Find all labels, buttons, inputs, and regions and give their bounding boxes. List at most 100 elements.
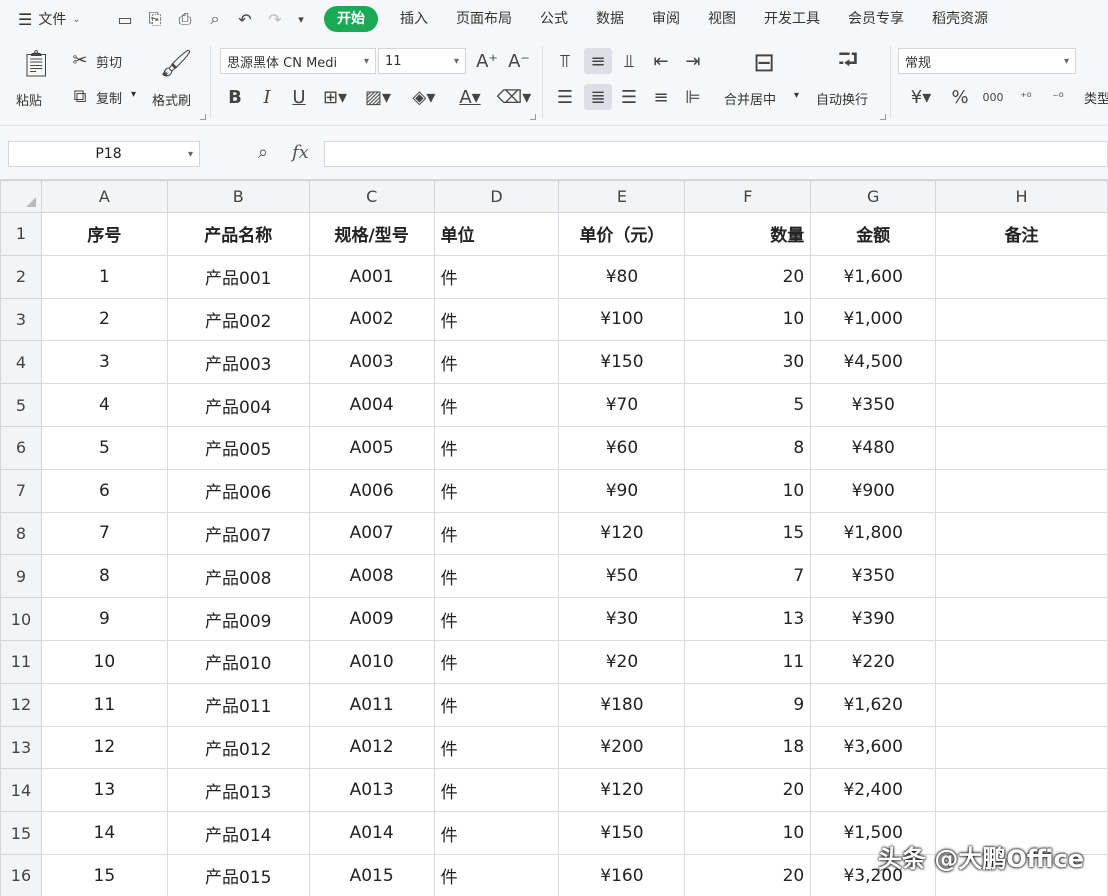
table-cell[interactable]: A006: [308, 468, 435, 513]
row-header[interactable]: 3: [0, 297, 42, 342]
row-header[interactable]: 11: [0, 639, 42, 684]
formula-input[interactable]: [324, 141, 1108, 167]
alignment-group-launcher[interactable]: [880, 114, 886, 120]
table-cell[interactable]: 产品003: [166, 340, 310, 385]
table-cell[interactable]: 产品004: [166, 383, 310, 427]
table-cell[interactable]: 件: [433, 425, 560, 470]
table-cell[interactable]: ¥120: [558, 511, 686, 556]
table-cell[interactable]: [935, 340, 1108, 385]
row-header[interactable]: 7: [0, 468, 42, 513]
table-cell[interactable]: [935, 511, 1108, 556]
column-header[interactable]: F: [684, 180, 812, 213]
redo-icon[interactable]: ↷: [264, 8, 286, 30]
format-painter-icon[interactable]: 🖌︎: [158, 46, 194, 82]
paste-icon[interactable]: 📋︎: [18, 46, 54, 82]
file-menu[interactable]: ☰ 文件 ⌄: [0, 9, 108, 29]
currency-format-button[interactable]: ¥ ▾: [902, 84, 940, 110]
table-cell[interactable]: [935, 468, 1108, 513]
header-cell[interactable]: 数量: [684, 212, 812, 256]
align-right-icon[interactable]: ☰: [616, 84, 642, 110]
copy-button[interactable]: 复制: [96, 88, 122, 107]
row-header[interactable]: 4: [0, 340, 42, 385]
table-cell[interactable]: 产品013: [166, 768, 310, 813]
table-cell[interactable]: ¥150: [558, 340, 686, 385]
header-cell[interactable]: 规格/型号: [308, 212, 435, 256]
justify-icon[interactable]: ≡: [648, 84, 674, 110]
cell-type-button[interactable]: 类型: [1084, 88, 1108, 107]
cut-button[interactable]: 剪切: [96, 52, 122, 71]
table-cell[interactable]: ¥100: [558, 297, 686, 342]
zoom-lens-icon[interactable]: ⌕: [258, 142, 268, 163]
table-cell[interactable]: [935, 725, 1108, 770]
column-header[interactable]: C: [308, 180, 435, 213]
decrease-decimal-icon[interactable]: ⁻⁰: [1044, 84, 1072, 110]
row-header[interactable]: 14: [0, 768, 42, 813]
table-cell[interactable]: ¥160: [558, 853, 686, 896]
table-cell[interactable]: [935, 383, 1108, 427]
table-cell[interactable]: 10: [684, 811, 812, 855]
row-header[interactable]: 8: [0, 511, 42, 556]
tab-insert[interactable]: 插入: [386, 6, 442, 32]
merge-center-icon[interactable]: ⊟: [746, 46, 782, 80]
table-cell[interactable]: 产品008: [166, 554, 310, 599]
table-cell[interactable]: 20: [684, 768, 812, 813]
table-cell[interactable]: ¥70: [558, 383, 686, 427]
table-cell[interactable]: 产品015: [166, 853, 310, 896]
table-cell[interactable]: 件: [433, 811, 560, 855]
table-cell[interactable]: 14: [40, 811, 168, 855]
table-cell[interactable]: ¥90: [558, 468, 686, 513]
table-cell[interactable]: 1: [40, 254, 168, 299]
align-center-icon[interactable]: ≣: [584, 84, 612, 110]
undo-icon[interactable]: ↶: [234, 8, 256, 30]
tab-page-layout[interactable]: 页面布局: [442, 6, 526, 32]
table-cell[interactable]: [935, 425, 1108, 470]
increase-indent-icon[interactable]: ⇥: [680, 48, 706, 74]
table-cell[interactable]: ¥1,000: [810, 297, 937, 342]
table-cell[interactable]: 6: [40, 468, 168, 513]
tab-review[interactable]: 审阅: [638, 6, 694, 32]
header-cell[interactable]: 金额: [810, 212, 937, 256]
table-cell[interactable]: 11: [684, 639, 812, 684]
customize-toolbar-icon[interactable]: ▾: [294, 8, 308, 30]
table-cell[interactable]: 产品010: [166, 639, 310, 684]
table-cell[interactable]: 5: [684, 383, 812, 427]
table-cell[interactable]: 件: [433, 383, 560, 427]
table-cell[interactable]: 件: [433, 853, 560, 896]
table-cell[interactable]: ¥1,620: [810, 682, 937, 727]
table-cell[interactable]: [935, 254, 1108, 299]
table-cell[interactable]: 13: [40, 768, 168, 813]
table-cell[interactable]: 13: [684, 597, 812, 641]
bold-button[interactable]: B: [222, 84, 248, 110]
table-cell[interactable]: 8: [684, 425, 812, 470]
table-cell[interactable]: 8: [40, 554, 168, 599]
table-cell[interactable]: ¥120: [558, 768, 686, 813]
export-pdf-icon[interactable]: ⎘: [144, 8, 166, 30]
table-cell[interactable]: 件: [433, 725, 560, 770]
tab-home[interactable]: 开始: [324, 6, 378, 32]
table-cell[interactable]: [935, 639, 1108, 684]
row-header[interactable]: 16: [0, 853, 42, 896]
table-cell[interactable]: A011: [308, 682, 435, 727]
table-cell[interactable]: ¥4,500: [810, 340, 937, 385]
table-cell[interactable]: ¥180: [558, 682, 686, 727]
table-cell[interactable]: ¥900: [810, 468, 937, 513]
table-cell[interactable]: 件: [433, 297, 560, 342]
wrap-text-icon[interactable]: ⮒: [830, 45, 866, 80]
table-cell[interactable]: ¥200: [558, 725, 686, 770]
table-cell[interactable]: A003: [308, 340, 435, 385]
tab-data[interactable]: 数据: [582, 6, 638, 32]
increase-font-icon[interactable]: A⁺: [474, 48, 500, 74]
table-cell[interactable]: [935, 682, 1108, 727]
insert-function-button[interactable]: fx: [292, 142, 309, 163]
table-cell[interactable]: ¥1,800: [810, 511, 937, 556]
font-color-button[interactable]: A ▾: [452, 84, 488, 110]
row-header[interactable]: 13: [0, 725, 42, 770]
table-cell[interactable]: ¥2,400: [810, 768, 937, 813]
tab-developer[interactable]: 开发工具: [750, 6, 834, 32]
borders-icon[interactable]: ⊞▾: [318, 84, 352, 110]
name-box[interactable]: P18 ▾: [8, 141, 200, 167]
align-bottom-icon[interactable]: ⫫: [616, 48, 642, 74]
table-cell[interactable]: [935, 768, 1108, 813]
row-header[interactable]: 6: [0, 425, 42, 470]
table-cell[interactable]: ¥350: [810, 554, 937, 599]
